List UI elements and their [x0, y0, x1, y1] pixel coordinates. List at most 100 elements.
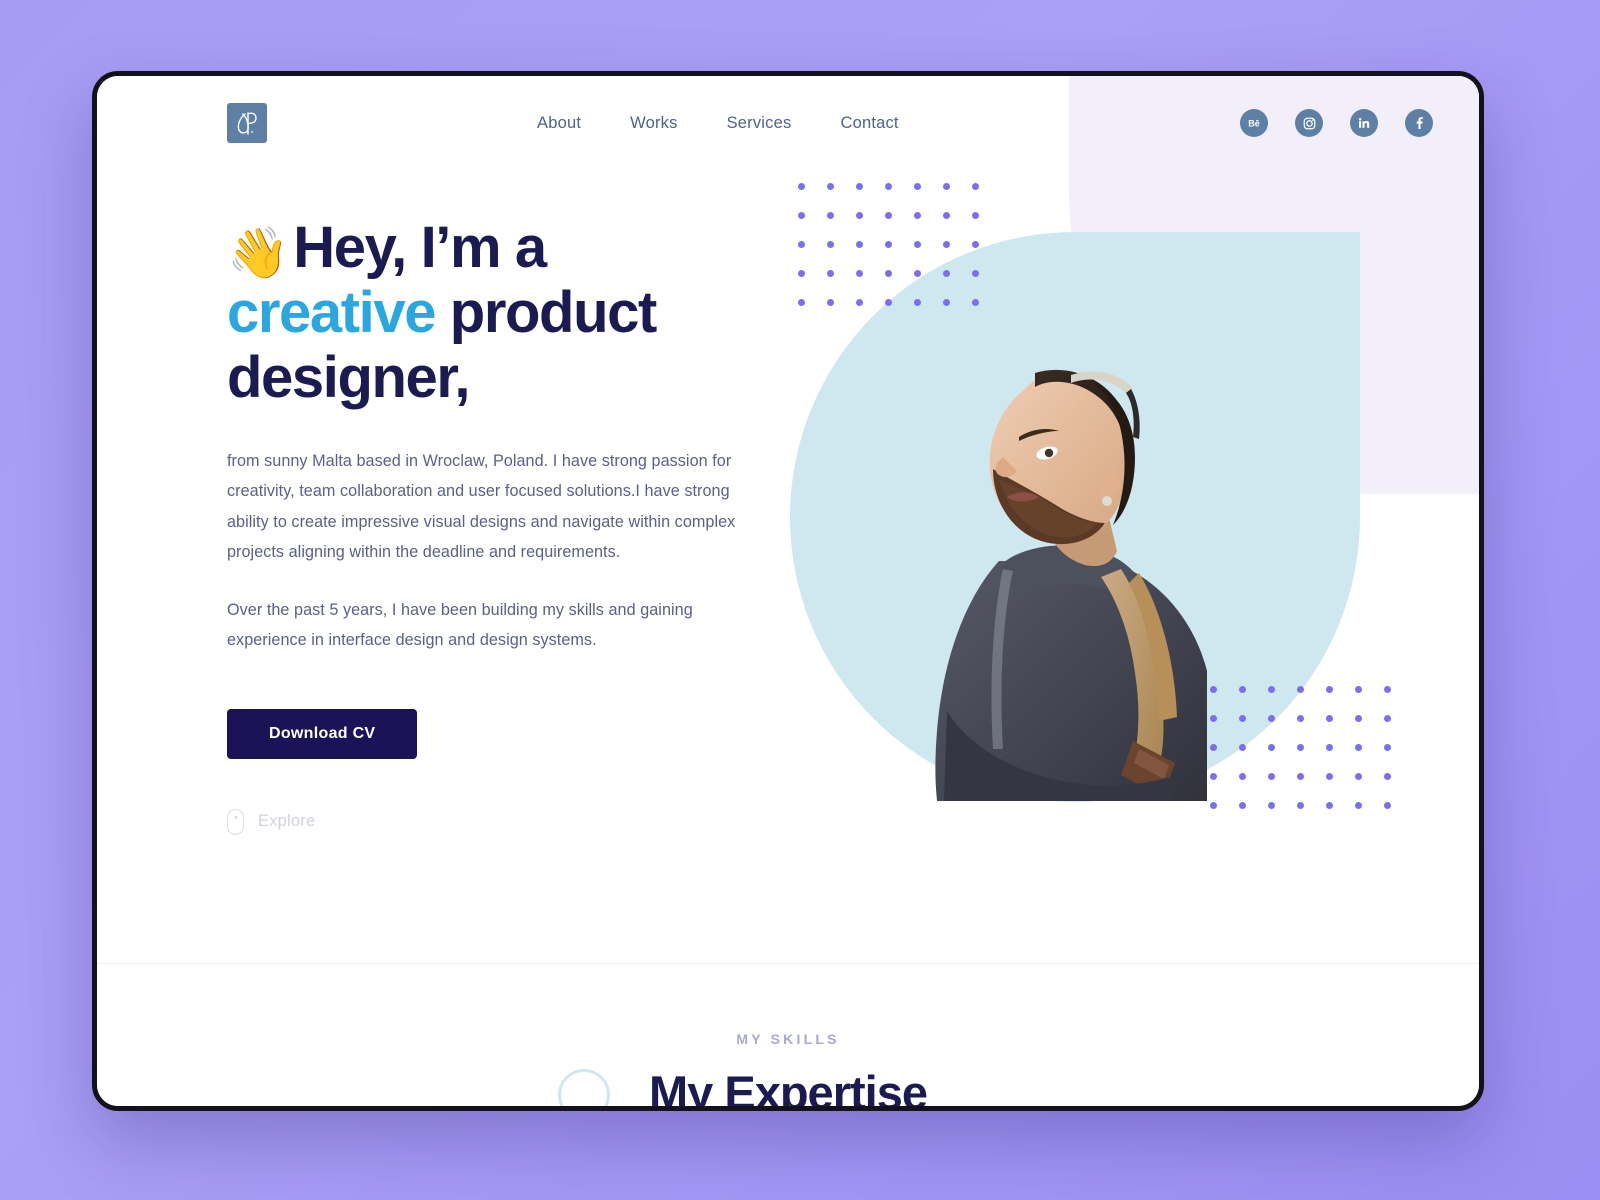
dot: [1239, 715, 1246, 722]
dot: [1239, 773, 1246, 780]
dot: [1355, 715, 1362, 722]
dot: [1268, 773, 1275, 780]
dot: [856, 270, 863, 277]
dot: [914, 212, 921, 219]
my-skills-section: MY SKILLS My Expertise: [97, 1031, 1479, 1106]
heading-line-3: designer,: [227, 344, 470, 410]
dot: [1384, 802, 1391, 809]
dot: [1210, 686, 1217, 693]
facebook-icon[interactable]: [1405, 109, 1433, 137]
nav-link-services[interactable]: Services: [727, 114, 792, 133]
dot: [1239, 744, 1246, 751]
dot: [1384, 686, 1391, 693]
dot: [1210, 802, 1217, 809]
dot: [914, 270, 921, 277]
browser-window-frame: About Works Services Contact Bē 👋Hey, I’…: [92, 71, 1484, 1111]
dot: [827, 299, 834, 306]
skills-heading-wrapper: My Expertise: [97, 1069, 1479, 1106]
dot: [1355, 686, 1362, 693]
dot: [1297, 802, 1304, 809]
page-title: 👋Hey, I’m a creative product designer,: [227, 215, 747, 411]
dot: [972, 270, 979, 277]
dot: [827, 212, 834, 219]
dot: [827, 270, 834, 277]
heading-line-2-rest: product: [435, 280, 657, 345]
dot: [943, 270, 950, 277]
dot: [914, 299, 921, 306]
nav-link-works[interactable]: Works: [630, 114, 677, 133]
hero-portrait-photo: [907, 311, 1237, 801]
linkedin-icon[interactable]: [1350, 109, 1378, 137]
explore-label: Explore: [258, 812, 316, 831]
nav-link-about[interactable]: About: [537, 114, 581, 133]
dot: [1355, 802, 1362, 809]
dot: [798, 299, 805, 306]
dot: [885, 241, 892, 248]
dot: [827, 183, 834, 190]
dot: [1326, 686, 1333, 693]
dot: [943, 299, 950, 306]
dot: [1326, 744, 1333, 751]
instagram-icon[interactable]: [1295, 109, 1323, 137]
site-header: About Works Services Contact Bē: [97, 76, 1479, 170]
dot: [885, 183, 892, 190]
dot: [798, 212, 805, 219]
dot-grid-top-decoration: [798, 183, 979, 306]
dot: [1297, 715, 1304, 722]
explore-scroll-hint[interactable]: Explore: [227, 808, 316, 835]
dot: [1210, 744, 1217, 751]
dot: [914, 183, 921, 190]
dot: [1297, 744, 1304, 751]
social-links: Bē: [1240, 109, 1433, 137]
dot: [1355, 773, 1362, 780]
dot: [856, 183, 863, 190]
dot: [1326, 715, 1333, 722]
hero-paragraph-2: Over the past 5 years, I have been build…: [227, 601, 693, 650]
dot: [972, 183, 979, 190]
dot: [1268, 715, 1275, 722]
dot: [1210, 773, 1217, 780]
monogram-logo[interactable]: [227, 103, 267, 143]
main-navigation: About Works Services Contact: [537, 114, 899, 133]
dot: [1384, 773, 1391, 780]
dot: [1297, 773, 1304, 780]
dot: [885, 270, 892, 277]
dot: [798, 270, 805, 277]
dot: [885, 212, 892, 219]
dot: [798, 183, 805, 190]
nav-link-contact[interactable]: Contact: [840, 114, 898, 133]
dot: [1210, 715, 1217, 722]
dot: [943, 212, 950, 219]
dot: [1239, 802, 1246, 809]
pale-blue-circle-shape: [790, 232, 1360, 802]
dot: [914, 241, 921, 248]
dot: [1268, 802, 1275, 809]
dot: [1326, 802, 1333, 809]
behance-icon[interactable]: Bē: [1240, 109, 1268, 137]
hero-paragraph-1: from sunny Malta based in Wroclaw, Polan…: [227, 451, 736, 561]
heading-line-1: Hey, I’m a: [293, 215, 547, 280]
dot: [943, 241, 950, 248]
dot: [943, 183, 950, 190]
download-cv-button[interactable]: Download CV: [227, 708, 418, 759]
dot-grid-bottom-decoration: [1210, 686, 1391, 809]
dot: [1239, 686, 1246, 693]
dot: [1297, 686, 1304, 693]
dot: [885, 299, 892, 306]
skills-eyebrow-label: MY SKILLS: [736, 1031, 840, 1047]
dot: [1355, 744, 1362, 751]
waving-hand-emoji: 👋: [227, 225, 290, 281]
section-divider: [97, 963, 1479, 964]
dot: [1268, 744, 1275, 751]
mouse-scroll-icon: [227, 808, 244, 835]
page-viewport: About Works Services Contact Bē 👋Hey, I’…: [97, 76, 1479, 1106]
dot: [1384, 715, 1391, 722]
heading-accent-word: creative: [227, 280, 436, 345]
dot: [856, 241, 863, 248]
dot: [1326, 773, 1333, 780]
dot: [972, 212, 979, 219]
hero-content: 👋Hey, I’m a creative product designer, f…: [227, 215, 747, 835]
svg-text:Bē: Bē: [1248, 118, 1260, 128]
dot: [798, 241, 805, 248]
dot: [1268, 686, 1275, 693]
